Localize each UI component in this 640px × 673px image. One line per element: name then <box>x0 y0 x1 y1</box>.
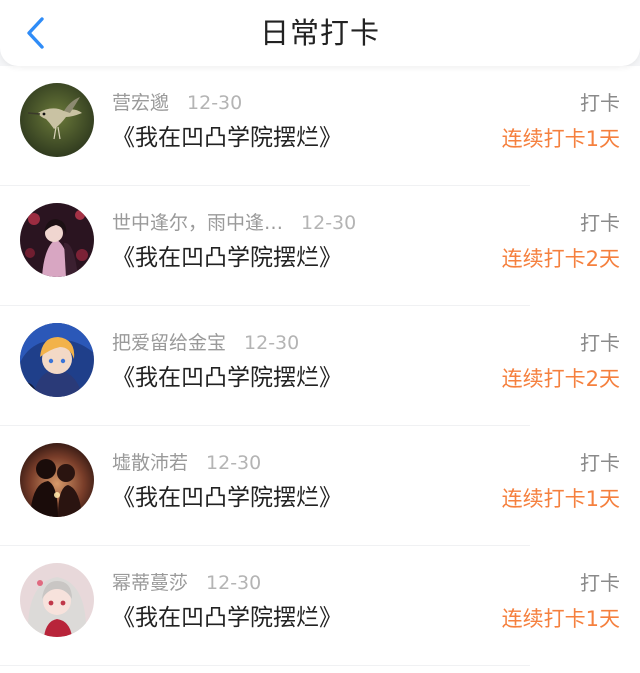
avatar[interactable] <box>20 443 94 517</box>
user-meta: 墟散沛若 12-30 <box>112 450 261 476</box>
avatar[interactable] <box>20 203 94 277</box>
checkin-date: 12-30 <box>206 452 262 474</box>
user-name[interactable]: 墟散沛若 <box>112 452 188 474</box>
streak-label: 连续打卡2天 <box>501 247 620 271</box>
list-item[interactable]: 把爱留给金宝 12-30 《我在凹凸学院摆烂》 打卡 连续打卡2天 <box>0 306 640 426</box>
list-item[interactable]: 营宏邈 12-30 《我在凹凸学院摆烂》 打卡 连续打卡1天 <box>0 66 640 186</box>
divider <box>0 665 530 666</box>
hummingbird-avatar <box>20 83 94 157</box>
avatar[interactable] <box>20 563 94 637</box>
couple-silhouette-avatar <box>20 443 94 517</box>
user-name[interactable]: 营宏邈 <box>112 92 169 114</box>
top-bar: 日常打卡 <box>0 0 640 66</box>
anime-boy-avatar <box>20 323 94 397</box>
user-meta: 营宏邈 12-30 <box>112 90 242 116</box>
user-name[interactable]: 世中逢尔，雨中逢… <box>112 212 283 234</box>
action-label: 打卡 <box>580 451 620 475</box>
streak-label: 连续打卡2天 <box>501 367 620 391</box>
user-meta: 幂蒂蔓莎 12-30 <box>112 570 261 596</box>
checkin-date: 12-30 <box>206 572 262 594</box>
avatar[interactable] <box>20 83 94 157</box>
checkin-date: 12-30 <box>244 332 300 354</box>
action-label: 打卡 <box>580 211 620 235</box>
list-item[interactable]: 墟散沛若 12-30 《我在凹凸学院摆烂》 打卡 连续打卡1天 <box>0 426 640 546</box>
action-label: 打卡 <box>580 571 620 595</box>
user-meta: 世中逢尔，雨中逢… 12-30 <box>112 210 356 236</box>
avatar[interactable] <box>20 323 94 397</box>
list-item[interactable]: 世中逢尔，雨中逢… 12-30 《我在凹凸学院摆烂》 打卡 连续打卡2天 <box>0 186 640 306</box>
book-title[interactable]: 《我在凹凸学院摆烂》 <box>112 362 342 394</box>
user-meta: 把爱留给金宝 12-30 <box>112 330 299 356</box>
checkin-date: 12-30 <box>187 92 243 114</box>
list-item[interactable]: 幂蒂蔓莎 12-30 《我在凹凸学院摆烂》 打卡 连续打卡1天 <box>0 546 640 666</box>
checkin-screen: 日常打卡 营宏邈 12-30 《我在凹凸学院摆烂》 打卡 连续打卡1天 世中逢尔… <box>0 0 640 673</box>
book-title[interactable]: 《我在凹凸学院摆烂》 <box>112 242 342 274</box>
streak-label: 连续打卡1天 <box>501 487 620 511</box>
book-title[interactable]: 《我在凹凸学院摆烂》 <box>112 482 342 514</box>
page-title: 日常打卡 <box>259 16 380 50</box>
action-label: 打卡 <box>580 331 620 355</box>
user-name[interactable]: 把爱留给金宝 <box>112 332 226 354</box>
action-label: 打卡 <box>580 91 620 115</box>
anime-couple-avatar <box>20 203 94 277</box>
user-name[interactable]: 幂蒂蔓莎 <box>112 572 188 594</box>
book-title[interactable]: 《我在凹凸学院摆烂》 <box>112 122 342 154</box>
checkin-list: 营宏邈 12-30 《我在凹凸学院摆烂》 打卡 连续打卡1天 世中逢尔，雨中逢…… <box>0 66 640 673</box>
streak-label: 连续打卡1天 <box>501 607 620 631</box>
anime-girl-avatar <box>20 563 94 637</box>
streak-label: 连续打卡1天 <box>501 127 620 151</box>
checkin-date: 12-30 <box>301 212 357 234</box>
book-title[interactable]: 《我在凹凸学院摆烂》 <box>112 602 342 634</box>
